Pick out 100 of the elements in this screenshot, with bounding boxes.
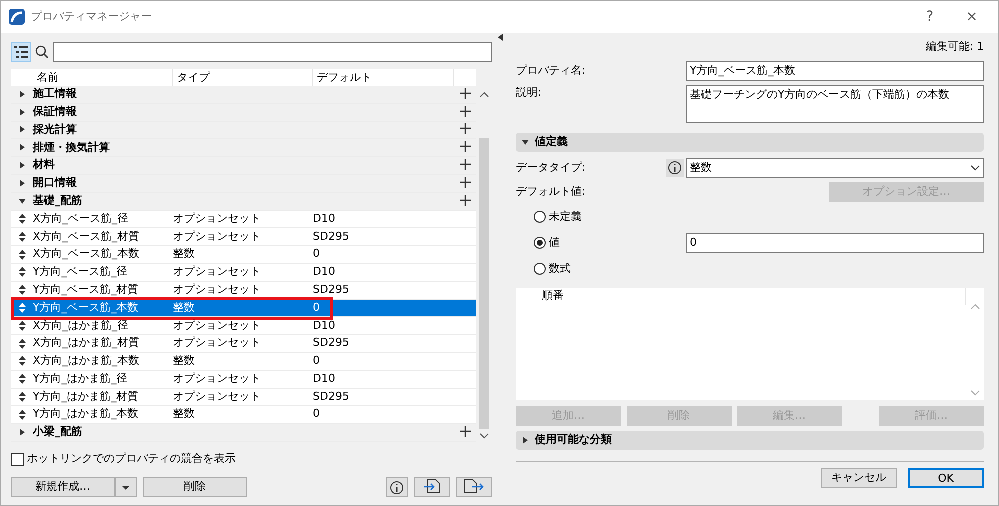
app-logo-icon bbox=[9, 9, 25, 25]
sort-arrows-icon bbox=[18, 302, 26, 313]
property-row[interactable]: Y方向_ベース筋_本数 整数 0 bbox=[11, 300, 476, 318]
property-type: オプションセット bbox=[173, 388, 262, 405]
sort-arrows-icon bbox=[18, 356, 26, 366]
radio-label[interactable]: 値 bbox=[548, 234, 560, 252]
sort-arrows-icon bbox=[18, 285, 26, 296]
property-type: 整数 bbox=[173, 406, 196, 422]
plus-icon[interactable] bbox=[460, 176, 470, 188]
property-name: X方向_はかま筋_本数 bbox=[33, 353, 141, 370]
property-row[interactable]: X方向_はかま筋_本数 整数 0 bbox=[11, 352, 476, 371]
sort-arrows-icon bbox=[18, 410, 26, 420]
plus-icon[interactable] bbox=[460, 159, 470, 170]
checkbox[interactable] bbox=[11, 452, 24, 466]
sort-arrows-icon bbox=[18, 320, 26, 331]
search-field[interactable] bbox=[53, 42, 492, 62]
data-type-dropdown[interactable]: 整数 bbox=[686, 158, 984, 178]
collapse-panel-icon[interactable] bbox=[498, 34, 503, 41]
sort-arrows-icon bbox=[18, 214, 26, 224]
section-header[interactable]: 値定義 bbox=[516, 133, 984, 152]
sort-arrows-icon bbox=[18, 338, 26, 349]
radio-button[interactable] bbox=[534, 263, 546, 275]
property-type: オプションセット bbox=[173, 210, 262, 227]
description-field[interactable]: 基礎フーチングのY方向のベース筋（下端筋）の本数 bbox=[686, 85, 984, 123]
cancel-button[interactable]: キャンセル bbox=[821, 468, 897, 488]
expand-arrow-icon[interactable] bbox=[18, 90, 26, 98]
expand-arrow-icon[interactable] bbox=[18, 126, 26, 134]
radio-button[interactable] bbox=[534, 237, 546, 249]
new-button[interactable]: 新規作成… bbox=[11, 476, 115, 496]
property-type: オプションセット bbox=[173, 335, 262, 352]
plus-icon[interactable] bbox=[460, 88, 470, 99]
scroll-up-icon[interactable] bbox=[480, 92, 488, 98]
radio-button[interactable] bbox=[534, 211, 546, 223]
property-default: 0 bbox=[313, 406, 321, 422]
property-row[interactable]: X方向_ベース筋_径 オプションセット D10 bbox=[11, 210, 476, 228]
plus-icon[interactable] bbox=[460, 123, 470, 134]
sort-arrows-icon bbox=[18, 267, 26, 278]
section-header[interactable]: 使用可能な分類 bbox=[516, 430, 984, 450]
property-default: 0 bbox=[313, 300, 321, 316]
property-name: X方向_ベース筋_径 bbox=[33, 210, 130, 227]
field-label: デフォルト値: bbox=[516, 184, 587, 200]
value-field[interactable]: 0 bbox=[686, 233, 984, 253]
plus-icon[interactable] bbox=[460, 194, 470, 206]
property-row[interactable]: Y方向_ベース筋_径 オプションセット D10 bbox=[11, 264, 476, 282]
collapse-arrow-icon[interactable] bbox=[18, 198, 26, 205]
plus-icon[interactable] bbox=[460, 106, 470, 117]
delete-button[interactable]: 削除 bbox=[143, 476, 247, 496]
tree-view-button[interactable] bbox=[11, 42, 31, 62]
sort-arrows-icon bbox=[18, 374, 26, 384]
collapse-arrow-icon bbox=[522, 139, 529, 146]
editable-count: 編集可能: 1 bbox=[926, 40, 984, 53]
expand-arrow-icon[interactable] bbox=[18, 429, 26, 436]
property-row[interactable]: Y方向_はかま筋_材質 オプションセット SD295 bbox=[11, 388, 476, 406]
dropdown-caret-icon[interactable] bbox=[115, 476, 137, 496]
window-title: プロパティマネージャー bbox=[31, 8, 153, 25]
property-name: Y方向_ベース筋_径 bbox=[33, 264, 129, 280]
property-row[interactable]: X方向_ベース筋_材質 オプションセット SD295 bbox=[11, 228, 476, 246]
radio-label[interactable]: 未定義 bbox=[548, 208, 582, 226]
property-name: Y方向_ベース筋_材質 bbox=[33, 282, 140, 298]
property-default: D10 bbox=[313, 370, 336, 387]
property-row[interactable]: X方向_はかま筋_径 オプションセット D10 bbox=[11, 317, 476, 336]
property-name: X方向_はかま筋_径 bbox=[33, 318, 130, 334]
property-default: 0 bbox=[313, 353, 321, 370]
info-button[interactable] bbox=[666, 159, 684, 177]
property-row[interactable]: X方向_はかま筋_材質 オプションセット SD295 bbox=[11, 335, 476, 353]
property-name: X方向_ベース筋_本数 bbox=[33, 246, 141, 262]
field-label: 説明: bbox=[516, 85, 543, 101]
property-type: 整数 bbox=[173, 353, 196, 370]
property-type: オプションセット bbox=[173, 282, 262, 298]
field-label: プロパティ名: bbox=[516, 62, 587, 79]
property-default: SD295 bbox=[313, 388, 350, 405]
export-button[interactable] bbox=[456, 476, 492, 496]
expand-arrow-icon[interactable] bbox=[18, 144, 26, 152]
property-row[interactable]: Y方向_はかま筋_径 オプションセット D10 bbox=[11, 370, 476, 389]
property-type: オプションセット bbox=[173, 264, 262, 280]
expand-arrow-icon bbox=[522, 436, 529, 444]
property-default: D10 bbox=[313, 210, 336, 227]
scroll-down-icon[interactable] bbox=[480, 433, 488, 439]
column-header[interactable]: 順番 bbox=[542, 289, 564, 302]
info-button[interactable] bbox=[386, 476, 408, 496]
field-label: データタイプ: bbox=[516, 160, 587, 176]
checkbox-label: ホットリンクでのプロパティの競合を表示 bbox=[27, 451, 236, 467]
import-icon bbox=[423, 479, 441, 494]
close-button[interactable]: × bbox=[954, 6, 990, 28]
property-name-field[interactable]: Y方向_ベース筋_本数 bbox=[686, 61, 984, 81]
property-type: オプションセット bbox=[173, 318, 262, 334]
export-icon bbox=[464, 479, 484, 494]
help-button[interactable]: ? bbox=[912, 6, 948, 28]
import-button[interactable] bbox=[414, 476, 450, 496]
plus-icon[interactable] bbox=[460, 426, 470, 438]
plus-icon[interactable] bbox=[460, 141, 470, 152]
property-name: X方向_ベース筋_材質 bbox=[33, 228, 141, 245]
property-row[interactable]: X方向_ベース筋_本数 整数 0 bbox=[11, 246, 476, 264]
expand-arrow-icon[interactable] bbox=[18, 180, 26, 187]
property-name: X方向_はかま筋_材質 bbox=[33, 335, 141, 352]
property-default: D10 bbox=[313, 318, 336, 334]
expand-arrow-icon[interactable] bbox=[18, 162, 26, 170]
ok-button[interactable]: OK bbox=[908, 468, 984, 488]
expand-arrow-icon[interactable] bbox=[18, 108, 26, 116]
radio-label[interactable]: 数式 bbox=[548, 260, 571, 278]
